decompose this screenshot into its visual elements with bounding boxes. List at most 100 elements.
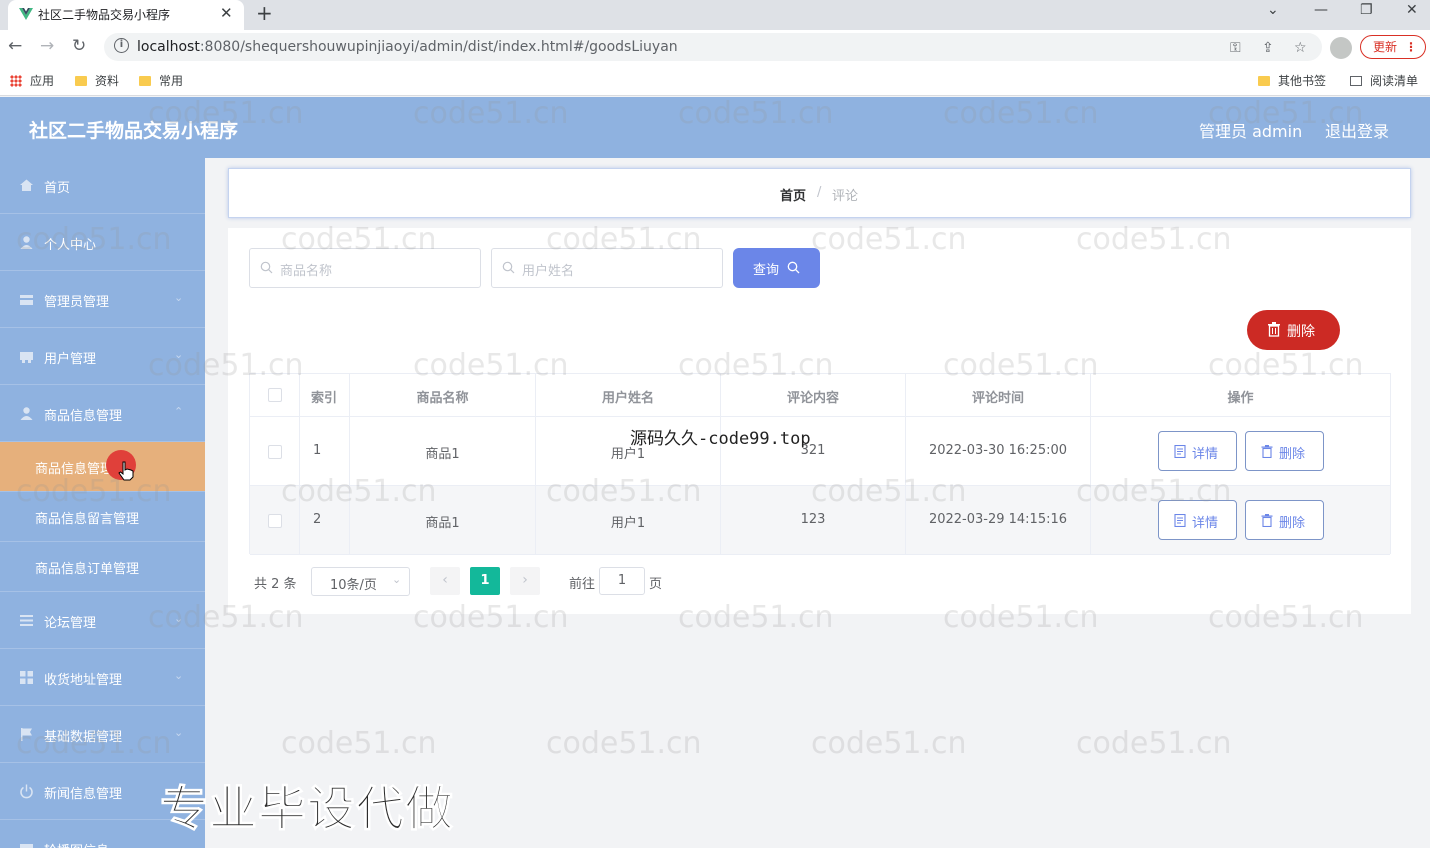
header-cell: 评论内容	[721, 374, 906, 416]
bookmark-folder[interactable]: 常用	[139, 72, 183, 89]
goods-icon	[20, 407, 33, 420]
sidebar-item-label: 管理员管理	[44, 295, 110, 310]
browser-tab[interactable]: 社区二手物品交易小程序 ✕	[8, 0, 244, 30]
address-icon	[20, 671, 33, 684]
logout-link[interactable]: 退出登录	[1325, 118, 1389, 142]
bookmark-folder[interactable]: 资料	[75, 72, 119, 89]
share-icon[interactable]: ⇪	[1262, 40, 1274, 56]
update-button[interactable]: 更新 ⋮	[1360, 35, 1426, 59]
row-checkbox[interactable]	[268, 514, 282, 528]
table-header: 索引 商品名称 用户姓名 评论内容 评论时间 操作	[250, 374, 1390, 417]
cell-user: 用户1	[610, 516, 646, 531]
header-actions: 操作	[1227, 391, 1254, 406]
breadcrumb-separator: /	[817, 185, 822, 200]
pagination-total: 共 2 条	[254, 577, 297, 592]
table-cell: 123	[721, 486, 906, 554]
page-size-select[interactable]: 10条/页 ⌄	[311, 567, 410, 596]
sidebar: 首页 个人中心 管理员管理 ⌄ 用户管理 ⌄ 商品信息管理 ⌃ 商品信息管理 商…	[0, 158, 205, 848]
chevron-up-icon: ⌃	[174, 405, 184, 418]
delete-label: 删除	[1279, 447, 1306, 462]
prev-page-button[interactable]: ‹	[430, 567, 460, 595]
restore-icon[interactable]: ❐	[1360, 2, 1373, 18]
table-cell	[250, 486, 300, 554]
table-cell: 商品1	[350, 486, 536, 554]
table-cell: 1	[300, 417, 350, 485]
forward-icon[interactable]: →	[40, 36, 54, 56]
update-label: 更新	[1373, 40, 1398, 54]
bookmark-label: 资料	[95, 74, 120, 88]
star-icon[interactable]: ☆	[1294, 40, 1307, 56]
query-button[interactable]: 查询	[733, 248, 820, 288]
next-page-button[interactable]: ›	[510, 567, 540, 595]
document-icon	[1174, 445, 1186, 458]
row-checkbox[interactable]	[268, 445, 282, 459]
cell-goods: 商品1	[425, 516, 460, 531]
cell-time: 2022-03-30 16:25:00	[928, 443, 1068, 458]
submenu-label: 商品信息留言管理	[35, 512, 140, 527]
sidebar-item-address[interactable]: 收货地址管理 ⌄	[0, 650, 205, 706]
address-bar: ← → ↻ i localhost:8080/shequershouwupinj…	[0, 30, 1430, 64]
chevron-down-icon[interactable]: ⌄	[1267, 2, 1279, 18]
profile-avatar[interactable]	[1330, 37, 1352, 59]
url-field[interactable]: i localhost:8080/shequershouwupinjiaoyi/…	[104, 33, 1322, 61]
bookmark-other[interactable]: 其他书签	[1258, 72, 1326, 89]
table-row: 1 商品1 用户1 321 2022-03-30 16:25:00 详情 删除	[250, 417, 1390, 486]
new-tab-icon[interactable]: +	[256, 1, 273, 25]
goto-page-input[interactable]: 1	[599, 567, 645, 595]
cell-content: 123	[800, 512, 826, 527]
goods-name-input[interactable]: 商品名称	[249, 248, 481, 288]
sidebar-item-profile[interactable]: 个人中心	[0, 215, 205, 271]
breadcrumb-current: 评论	[832, 189, 859, 204]
sidebar-item-basedata[interactable]: 基础数据管理 ⌄	[0, 707, 205, 763]
back-icon[interactable]: ←	[8, 36, 22, 56]
bookmark-apps[interactable]: 应用	[10, 72, 54, 89]
batch-delete-button[interactable]: 删除	[1247, 310, 1340, 350]
row-delete-button[interactable]: 删除	[1245, 500, 1324, 540]
header-cell	[250, 374, 300, 416]
flag-icon	[21, 728, 32, 741]
delete-label: 删除	[1287, 324, 1315, 340]
submenu-goods-comments[interactable]: 商品信息留言管理	[0, 492, 205, 542]
sidebar-item-goods[interactable]: 商品信息管理 ⌃	[0, 386, 205, 442]
submenu-goods-orders[interactable]: 商品信息订单管理	[0, 542, 205, 592]
goods-name-placeholder: 商品名称	[280, 264, 333, 279]
delete-label: 删除	[1279, 516, 1306, 531]
reload-icon[interactable]: ↻	[72, 36, 86, 56]
site-info-icon[interactable]: i	[114, 38, 129, 53]
select-all-checkbox[interactable]	[268, 388, 282, 402]
page-number[interactable]: 1	[470, 567, 500, 595]
sidebar-item-label: 用户管理	[44, 352, 97, 367]
watermark: code51.cn	[281, 726, 437, 761]
admin-icon	[20, 295, 33, 305]
bookmarks-bar: 应用 资料 常用 其他书签 阅读清单	[0, 64, 1430, 96]
user-name-input[interactable]: 用户姓名	[491, 248, 723, 288]
folder-icon	[75, 76, 87, 86]
search-icon	[787, 261, 800, 274]
window-close-icon[interactable]: ✕	[1406, 2, 1418, 18]
sidebar-item-admins[interactable]: 管理员管理 ⌄	[0, 272, 205, 328]
user-name-placeholder: 用户姓名	[522, 264, 575, 279]
header-cell: 商品名称	[350, 374, 536, 416]
key-icon[interactable]: ⚿	[1230, 40, 1241, 56]
tab-title: 社区二手物品交易小程序	[38, 8, 171, 22]
submenu-goods-info[interactable]: 商品信息管理	[0, 442, 205, 492]
chevron-down-icon: ⌄	[174, 348, 184, 361]
table-cell: 详情 删除	[1091, 486, 1390, 554]
header-content: 评论内容	[786, 391, 839, 406]
sidebar-item-label: 首页	[44, 181, 71, 196]
close-icon[interactable]: ✕	[220, 4, 233, 22]
detail-button[interactable]: 详情	[1158, 431, 1237, 471]
watermark: code51.cn	[811, 726, 967, 761]
detail-button[interactable]: 详情	[1158, 500, 1237, 540]
bookmark-label: 常用	[159, 74, 184, 88]
row-delete-button[interactable]: 删除	[1245, 431, 1324, 471]
sidebar-item-home[interactable]: 首页	[0, 158, 205, 214]
reading-list[interactable]: 阅读清单	[1350, 72, 1418, 89]
sidebar-item-users[interactable]: 用户管理 ⌄	[0, 329, 205, 385]
minimize-icon[interactable]: —	[1314, 2, 1328, 18]
sidebar-item-forum[interactable]: 论坛管理 ⌄	[0, 593, 205, 649]
breadcrumb-home[interactable]: 首页	[780, 185, 806, 204]
table-cell: 详情 删除	[1091, 417, 1390, 485]
chevron-down-icon: ⌄	[174, 669, 184, 682]
reading-list-icon	[1350, 76, 1362, 86]
